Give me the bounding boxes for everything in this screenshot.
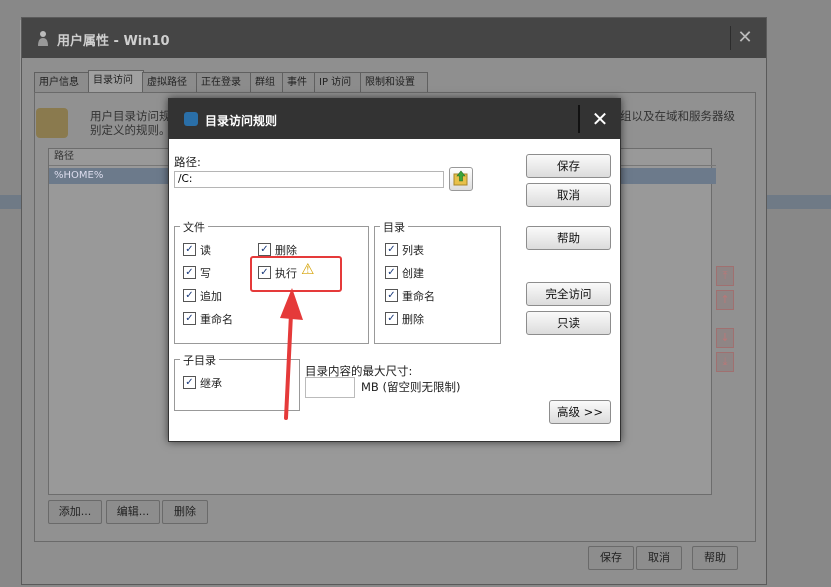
dialog-titlebar: 目录访问规则 ✕ <box>169 99 620 139</box>
max-size-input[interactable] <box>305 377 355 398</box>
window-titlebar: 用户属性 - Win10 ✕ <box>22 18 766 58</box>
file-rename-checkbox[interactable]: ✓ <box>183 312 196 325</box>
subdir-inherit-label: 继承 <box>200 377 222 390</box>
dir-list-label: 列表 <box>402 244 424 257</box>
cancel-button[interactable]: 取消 <box>526 183 611 207</box>
move-bottom-button[interactable]: ⤓ <box>716 352 734 372</box>
window-help-button[interactable]: 帮助 <box>692 546 738 570</box>
window-cancel-button[interactable]: 取消 <box>636 546 682 570</box>
tab-events[interactable]: 事件 <box>282 72 316 92</box>
tab-logged-in[interactable]: 正在登录 <box>196 72 252 92</box>
dir-rename-label: 重命名 <box>402 290 435 303</box>
dialog-title: 目录访问规则 <box>205 114 278 128</box>
file-rename-label: 重命名 <box>200 313 233 326</box>
file-delete-checkbox[interactable]: ✓ <box>258 243 271 256</box>
dirs-legend: 目录 <box>380 219 408 235</box>
browse-folder-button[interactable] <box>449 167 473 191</box>
dialog-close-button[interactable]: ✕ <box>585 105 615 133</box>
window-title: 用户属性 - Win10 <box>57 34 170 49</box>
edit-rule-button[interactable]: 编辑... <box>106 500 160 524</box>
read-only-button[interactable]: 只读 <box>526 311 611 335</box>
move-up-button[interactable]: ↑ <box>716 290 734 310</box>
background-sidebar <box>0 20 21 140</box>
info-text-tail: 组以及在域和服务器级 <box>620 109 735 123</box>
move-down-button[interactable]: ↓ <box>716 328 734 348</box>
tab-virtual-path[interactable]: 虚拟路径 <box>142 72 198 92</box>
dir-create-label: 创建 <box>402 267 424 280</box>
folder-icon <box>36 108 68 138</box>
app-logo-icon <box>184 112 198 126</box>
tab-limits[interactable]: 限制和设置 <box>360 72 428 92</box>
tab-dir-access[interactable]: 目录访问 <box>88 70 144 92</box>
save-button[interactable]: 保存 <box>526 154 611 178</box>
add-rule-button[interactable]: 添加... <box>48 500 102 524</box>
file-write-label: 写 <box>200 267 211 280</box>
path-input[interactable] <box>174 171 444 188</box>
tab-user-info[interactable]: 用户信息 <box>34 72 90 92</box>
move-top-button[interactable]: ⤒ <box>716 266 734 286</box>
dir-delete-checkbox[interactable]: ✓ <box>385 312 398 325</box>
titlebar-divider <box>578 105 580 133</box>
user-icon <box>38 31 48 46</box>
tab-groups[interactable]: 群组 <box>250 72 284 92</box>
dir-create-checkbox[interactable]: ✓ <box>385 266 398 279</box>
dir-access-rule-dialog: 目录访问规则 ✕ 路径: 文件 ✓ 读 ✓ 写 ✓ 追加 ✓ 重命名 ✓ 删除 … <box>168 98 621 442</box>
delete-rule-button[interactable]: 删除 <box>162 500 208 524</box>
dir-delete-label: 删除 <box>402 313 424 326</box>
window-save-button[interactable]: 保存 <box>588 546 634 570</box>
file-read-checkbox[interactable]: ✓ <box>183 243 196 256</box>
size-unit-hint: MB (留空则无限制) <box>361 380 461 394</box>
file-append-checkbox[interactable]: ✓ <box>183 289 196 302</box>
window-close-button[interactable]: ✕ <box>730 26 759 50</box>
subdir-legend: 子目录 <box>180 352 219 368</box>
info-text: 用户目录访问规 别定义的规则。 <box>90 109 171 137</box>
dir-list-checkbox[interactable]: ✓ <box>385 243 398 256</box>
dir-rename-checkbox[interactable]: ✓ <box>385 289 398 302</box>
tab-ip-access[interactable]: IP 访问 <box>314 72 362 92</box>
path-label: 路径: <box>174 155 201 169</box>
file-read-label: 读 <box>200 244 211 257</box>
subdir-inherit-checkbox[interactable]: ✓ <box>183 376 196 389</box>
file-append-label: 追加 <box>200 290 222 303</box>
full-access-button[interactable]: 完全访问 <box>526 282 611 306</box>
advanced-button[interactable]: 高级 >> <box>549 400 611 424</box>
files-legend: 文件 <box>180 219 208 235</box>
file-write-checkbox[interactable]: ✓ <box>183 266 196 279</box>
annotation-arrow <box>280 288 303 420</box>
help-button[interactable]: 帮助 <box>526 226 611 250</box>
folder-up-icon <box>453 170 468 186</box>
